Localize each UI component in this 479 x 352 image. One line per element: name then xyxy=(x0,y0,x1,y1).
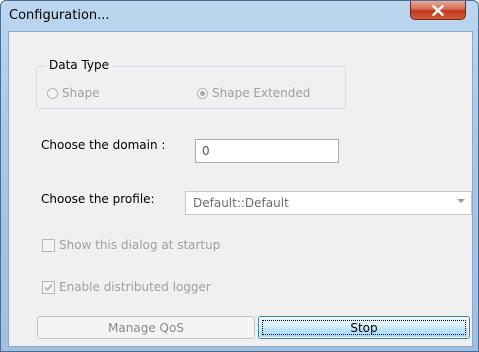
radio-shape-extended[interactable]: Shape Extended xyxy=(197,86,310,100)
radio-shape-label: Shape xyxy=(62,86,100,100)
close-button[interactable] xyxy=(410,1,466,20)
domain-input[interactable]: 0 xyxy=(195,139,339,163)
radio-shape[interactable]: Shape xyxy=(47,86,100,100)
radio-shape-extended-label: Shape Extended xyxy=(212,86,311,100)
show-dialog-checkbox[interactable] xyxy=(42,238,55,252)
configuration-window: Configuration... Data Type Shape Shape E… xyxy=(0,0,479,352)
manage-qos-button[interactable]: Manage QoS xyxy=(37,316,255,339)
window-title: Configuration... xyxy=(9,8,110,23)
radio-shape-indicator xyxy=(47,87,58,99)
show-dialog-option[interactable]: Show this dialog at startup xyxy=(42,238,220,252)
enable-logger-option[interactable]: Enable distributed logger xyxy=(42,280,211,294)
profile-dropdown[interactable]: Default::Default xyxy=(185,191,472,215)
enable-logger-label: Enable distributed logger xyxy=(59,280,211,294)
stop-button-label: Stop xyxy=(350,320,378,335)
chevron-down-icon xyxy=(457,199,465,203)
show-dialog-label: Show this dialog at startup xyxy=(59,238,221,252)
profile-label: Choose the profile: xyxy=(41,192,155,206)
domain-value: 0 xyxy=(202,144,210,158)
radio-shape-extended-indicator xyxy=(197,87,208,99)
domain-label: Choose the domain : xyxy=(41,138,166,152)
close-icon xyxy=(432,4,444,16)
data-type-legend: Data Type xyxy=(46,58,113,72)
profile-selected-value: Default::Default xyxy=(193,196,289,210)
stop-button[interactable]: Stop xyxy=(258,316,470,339)
enable-logger-checkbox[interactable] xyxy=(42,280,55,294)
title-bar[interactable]: Configuration... xyxy=(1,1,478,31)
checkmark-icon xyxy=(44,283,53,291)
